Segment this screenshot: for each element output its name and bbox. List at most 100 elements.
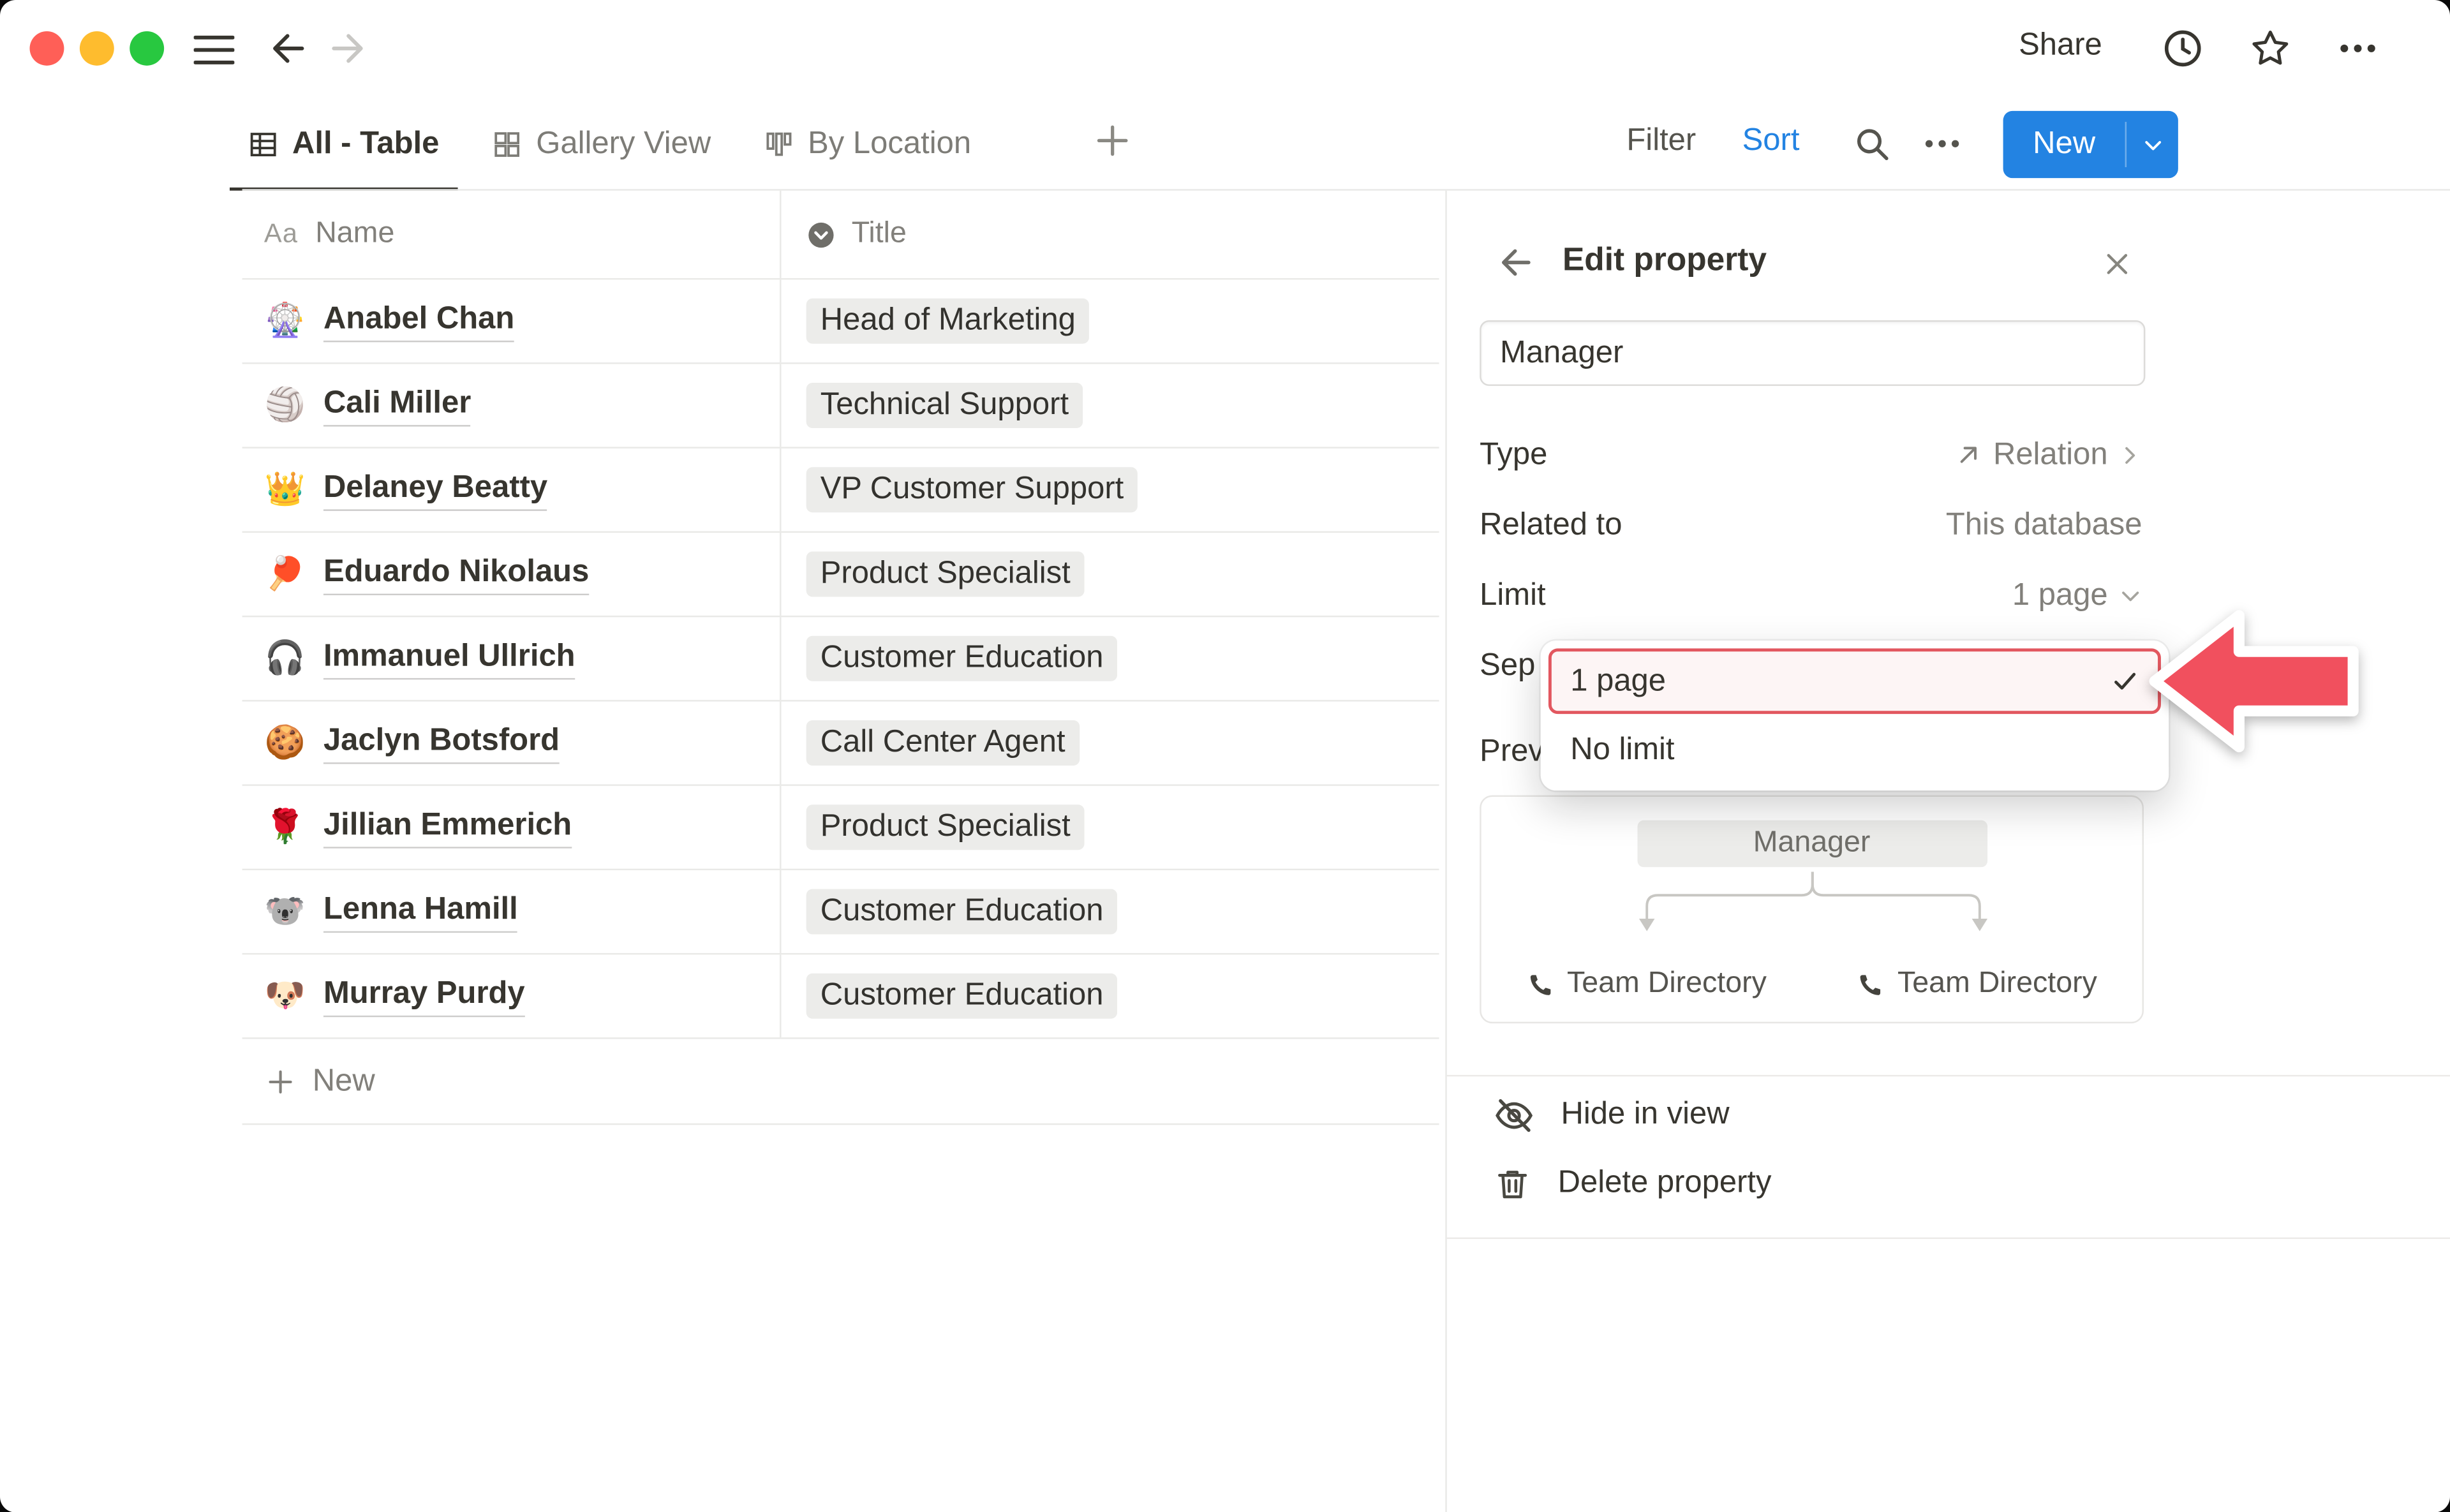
title-cell[interactable]: Call Center Agent bbox=[781, 702, 1439, 785]
filter-button[interactable]: Filter bbox=[1626, 123, 1696, 159]
new-row-label: New bbox=[313, 1064, 375, 1099]
sidebar-menu-icon[interactable] bbox=[191, 30, 237, 71]
title-cell[interactable]: Customer Education bbox=[781, 870, 1439, 953]
name-cell[interactable]: 🎡 Anabel Chan bbox=[242, 279, 782, 362]
table-row[interactable]: 🎧 Immanuel Ullrich Customer Education bbox=[242, 617, 1439, 701]
preview-connector-lines bbox=[1481, 869, 2146, 941]
panel-back-icon[interactable] bbox=[1494, 242, 1534, 283]
minimize-window-button[interactable] bbox=[80, 31, 114, 66]
column-header-name[interactable]: Aa Name bbox=[242, 191, 782, 278]
limit-dropdown-menu: 1 page No limit bbox=[1541, 641, 2169, 790]
panel-section-divider bbox=[1447, 1075, 2450, 1076]
page-emoji: 👑 bbox=[264, 471, 306, 508]
preview-child-item: Team Directory bbox=[1812, 967, 2142, 1002]
tab-label: All - Table bbox=[292, 126, 439, 161]
column-header-label: Title bbox=[852, 217, 907, 251]
share-button[interactable]: Share bbox=[2019, 28, 2102, 64]
hide-in-view-button[interactable]: Hide in view bbox=[1447, 1079, 2450, 1150]
table-row[interactable]: 🏐 Cali Miller Technical Support bbox=[242, 364, 1439, 448]
updates-clock-icon[interactable] bbox=[2159, 25, 2206, 71]
property-row-related-to[interactable]: Related to This database bbox=[1480, 491, 2148, 560]
title-tag: Customer Education bbox=[806, 636, 1118, 681]
page-link[interactable]: Murray Purdy bbox=[323, 975, 525, 1017]
column-header-label: Name bbox=[315, 217, 394, 251]
table-row[interactable]: 🍪 Jaclyn Botsford Call Center Agent bbox=[242, 702, 1439, 786]
page-link[interactable]: Anabel Chan bbox=[323, 300, 514, 342]
table-header-row: Aa Name Title bbox=[242, 191, 1439, 280]
table-row[interactable]: 🏓 Eduardo Nikolaus Product Specialist bbox=[242, 533, 1439, 617]
dropdown-option-no-limit[interactable]: No limit bbox=[1548, 717, 2161, 783]
view-options-more-icon[interactable] bbox=[1920, 122, 1964, 166]
notion-window: Share All - Table Gallery View By Locati… bbox=[0, 0, 2450, 1512]
forward-button[interactable] bbox=[327, 27, 371, 71]
title-cell[interactable]: Product Specialist bbox=[781, 533, 1439, 616]
database-table: Aa Name Title 🎡 Anabel Chan Head of Mark… bbox=[242, 191, 1439, 1125]
column-header-title[interactable]: Title bbox=[781, 191, 1439, 278]
page-emoji: 🎧 bbox=[264, 640, 306, 678]
title-cell[interactable]: Technical Support bbox=[781, 364, 1439, 447]
tab-all-table[interactable]: All - Table bbox=[230, 97, 458, 191]
name-cell[interactable]: 🏐 Cali Miller bbox=[242, 364, 782, 447]
page-link[interactable]: Eduardo Nikolaus bbox=[323, 553, 589, 595]
table-row[interactable]: 🐨 Lenna Hamill Customer Education bbox=[242, 870, 1439, 954]
search-icon[interactable] bbox=[1850, 122, 1894, 166]
page-link[interactable]: Delaney Beatty bbox=[323, 469, 547, 511]
title-tag: Call Center Agent bbox=[806, 720, 1080, 766]
table-row[interactable]: 👑 Delaney Beatty VP Customer Support bbox=[242, 448, 1439, 533]
title-cell[interactable]: VP Customer Support bbox=[781, 448, 1439, 531]
title-tag: Product Specialist bbox=[806, 804, 1085, 850]
relation-arrow-icon bbox=[1954, 441, 1982, 469]
delete-property-label: Delete property bbox=[1558, 1166, 1772, 1201]
tab-by-location[interactable]: By Location bbox=[745, 97, 990, 191]
tab-label: By Location bbox=[808, 126, 971, 161]
title-tag: Product Specialist bbox=[806, 551, 1085, 597]
name-cell[interactable]: 🏓 Eduardo Nikolaus bbox=[242, 533, 782, 616]
delete-property-button[interactable]: Delete property bbox=[1447, 1148, 2450, 1219]
dropdown-option-1-page[interactable]: 1 page bbox=[1548, 648, 2161, 714]
favorite-star-icon[interactable] bbox=[2247, 25, 2294, 71]
title-cell[interactable]: Head of Marketing bbox=[781, 279, 1439, 362]
panel-title: Edit property bbox=[1563, 242, 1767, 280]
name-cell[interactable]: 🍪 Jaclyn Botsford bbox=[242, 702, 782, 785]
table-row[interactable]: 🌹 Jillian Emmerich Product Specialist bbox=[242, 786, 1439, 870]
close-window-button[interactable] bbox=[30, 31, 64, 66]
page-link[interactable]: Immanuel Ullrich bbox=[323, 637, 575, 679]
page-link[interactable]: Lenna Hamill bbox=[323, 891, 518, 933]
back-button[interactable] bbox=[265, 27, 309, 71]
panel-close-icon[interactable] bbox=[2098, 245, 2136, 283]
name-cell[interactable]: 🎧 Immanuel Ullrich bbox=[242, 617, 782, 700]
page-link[interactable]: Jaclyn Botsford bbox=[323, 722, 560, 764]
property-label: Type bbox=[1480, 436, 1547, 472]
check-icon bbox=[2111, 667, 2139, 695]
new-row-button[interactable]: New bbox=[242, 1039, 1439, 1125]
title-tag: Technical Support bbox=[806, 383, 1083, 428]
new-dropdown-button[interactable] bbox=[2127, 111, 2178, 178]
window-more-icon[interactable] bbox=[2335, 28, 2381, 69]
text-property-icon: Aa bbox=[264, 219, 298, 250]
title-cell[interactable]: Customer Education bbox=[781, 954, 1439, 1037]
page-emoji: 🏐 bbox=[264, 387, 306, 424]
screen: Share All - Table Gallery View By Locati… bbox=[0, 0, 2450, 1512]
name-cell[interactable]: 🐨 Lenna Hamill bbox=[242, 870, 782, 953]
sort-button[interactable]: Sort bbox=[1742, 123, 1800, 159]
add-view-icon[interactable] bbox=[1094, 122, 1131, 159]
limit-value-label: 1 page bbox=[2012, 577, 2108, 613]
title-cell[interactable]: Customer Education bbox=[781, 617, 1439, 700]
zoom-window-button[interactable] bbox=[130, 31, 164, 66]
chevron-down-icon bbox=[2119, 584, 2142, 607]
table-view-icon bbox=[248, 129, 278, 159]
property-row-limit[interactable]: Limit 1 page bbox=[1480, 561, 2148, 630]
name-cell[interactable]: 🌹 Jillian Emmerich bbox=[242, 786, 782, 869]
table-row[interactable]: 🐶 Murray Purdy Customer Education bbox=[242, 954, 1439, 1039]
page-link[interactable]: Jillian Emmerich bbox=[323, 806, 572, 849]
page-emoji: 🐨 bbox=[264, 893, 306, 931]
name-cell[interactable]: 🐶 Murray Purdy bbox=[242, 954, 782, 1037]
property-name-input[interactable]: Manager bbox=[1480, 320, 2145, 386]
title-cell[interactable]: Product Specialist bbox=[781, 786, 1439, 869]
property-row-type[interactable]: Type Relation bbox=[1480, 420, 2148, 489]
tab-gallery-view[interactable]: Gallery View bbox=[473, 97, 729, 191]
page-link[interactable]: Cali Miller bbox=[323, 384, 471, 426]
name-cell[interactable]: 👑 Delaney Beatty bbox=[242, 448, 782, 531]
new-button[interactable]: New bbox=[2003, 111, 2125, 178]
table-row[interactable]: 🎡 Anabel Chan Head of Marketing bbox=[242, 279, 1439, 364]
